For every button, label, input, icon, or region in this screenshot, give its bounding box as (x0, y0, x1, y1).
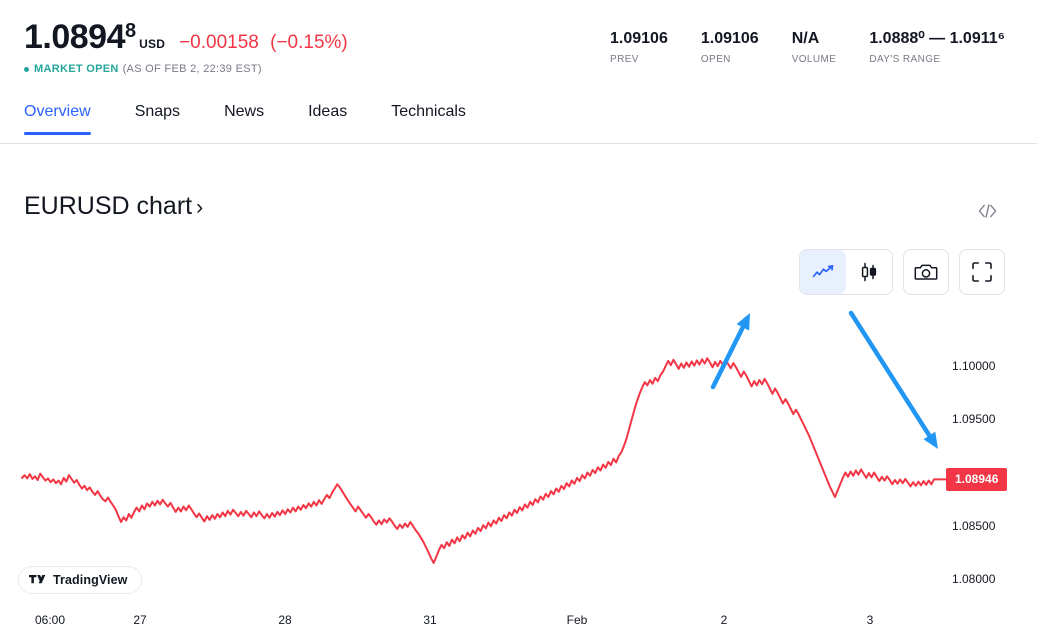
stat-volume-label: VOLUME (792, 54, 837, 65)
stat-prev: 1.09106 PREV (610, 30, 668, 65)
last-price-fraction: 8 (125, 20, 136, 43)
fullscreen-button[interactable] (959, 249, 1005, 295)
market-status-label: MARKET OPEN (34, 63, 119, 75)
x-axis-label: Feb (567, 613, 588, 627)
embed-code-icon[interactable] (971, 197, 1003, 225)
chart-toolbar (799, 249, 1005, 295)
price-chart[interactable]: 1.100001.095001.090001.085001.08000 06:0… (0, 300, 1037, 641)
current-price-badge: 1.08946 (946, 468, 1007, 491)
tab-overview[interactable]: Overview (24, 102, 91, 134)
stat-prev-label: PREV (610, 54, 668, 65)
quote-summary: 1.0894 8 USD −0.00158 (−0.15%) MARKET OP… (24, 20, 348, 75)
stat-days-range-value: 1.0888⁰ — 1.0911⁶ (869, 30, 1005, 48)
tradingview-logo-icon (29, 575, 46, 586)
x-axis-label: 06:00 (35, 613, 65, 627)
quote-price-row: 1.0894 8 USD −0.00158 (−0.15%) (24, 20, 348, 54)
stat-open-value: 1.09106 (701, 30, 759, 48)
x-axis-label: 31 (423, 613, 436, 627)
tab-ideas[interactable]: Ideas (308, 102, 347, 134)
market-status-dot-icon (24, 67, 29, 72)
chart-title-text: EURUSD chart (24, 192, 192, 220)
tab-news[interactable]: News (224, 102, 264, 134)
stat-days-range-label: DAY'S RANGE (869, 54, 1005, 65)
quote-stats: 1.09106 PREV 1.09106 OPEN N/A VOLUME 1.0… (610, 30, 1005, 65)
currency-label: USD (139, 37, 165, 51)
section-tabs: Overview Snaps News Ideas Technicals (0, 102, 1037, 144)
x-axis-label: 27 (133, 613, 146, 627)
line-chart-button[interactable] (800, 250, 846, 294)
stat-volume: N/A VOLUME (792, 30, 837, 65)
stat-open: 1.09106 OPEN (701, 30, 759, 65)
y-axis-label: 1.08500 (952, 519, 995, 533)
stat-prev-value: 1.09106 (610, 30, 668, 48)
market-status: MARKET OPEN (AS OF FEB 2, 22:39 EST) (24, 63, 348, 75)
downtrend-arrow (851, 313, 933, 441)
chart-title-link[interactable]: EURUSD chart› (24, 192, 203, 221)
stat-open-label: OPEN (701, 54, 759, 65)
x-axis-label: 28 (278, 613, 291, 627)
camera-icon (914, 262, 938, 282)
fullscreen-icon (971, 261, 993, 283)
tab-snaps[interactable]: Snaps (135, 102, 180, 134)
snapshot-button[interactable] (903, 249, 949, 295)
stat-days-range: 1.0888⁰ — 1.0911⁶ DAY'S RANGE (869, 30, 1005, 65)
chevron-right-icon: › (196, 196, 203, 219)
market-status-timestamp: (AS OF FEB 2, 22:39 EST) (123, 63, 262, 75)
price-change-percent: (−0.15%) (270, 32, 348, 53)
stat-volume-value: N/A (792, 30, 837, 48)
y-axis-label: 1.08000 (952, 572, 995, 586)
price-change: −0.00158 (−0.15%) (179, 32, 348, 54)
tab-technicals[interactable]: Technicals (391, 102, 466, 134)
x-axis-label: 3 (867, 613, 874, 627)
candlestick-chart-button[interactable] (846, 250, 892, 294)
y-axis-label: 1.09500 (952, 412, 995, 426)
tradingview-label: TradingView (53, 573, 128, 587)
tradingview-attribution[interactable]: TradingView (18, 566, 142, 594)
last-price: 1.0894 (24, 20, 125, 54)
x-axis-label: 2 (721, 613, 728, 627)
price-line (22, 358, 934, 563)
candlestick-icon (858, 262, 880, 282)
eurusd-quote-page: 1.0894 8 USD −0.00158 (−0.15%) MARKET OP… (0, 0, 1037, 641)
y-axis-label: 1.10000 (952, 359, 995, 373)
price-change-absolute: −0.00158 (179, 32, 259, 53)
quote-header: 1.0894 8 USD −0.00158 (−0.15%) MARKET OP… (0, 0, 1037, 98)
chart-type-group (799, 249, 893, 295)
line-chart-icon (812, 264, 834, 280)
